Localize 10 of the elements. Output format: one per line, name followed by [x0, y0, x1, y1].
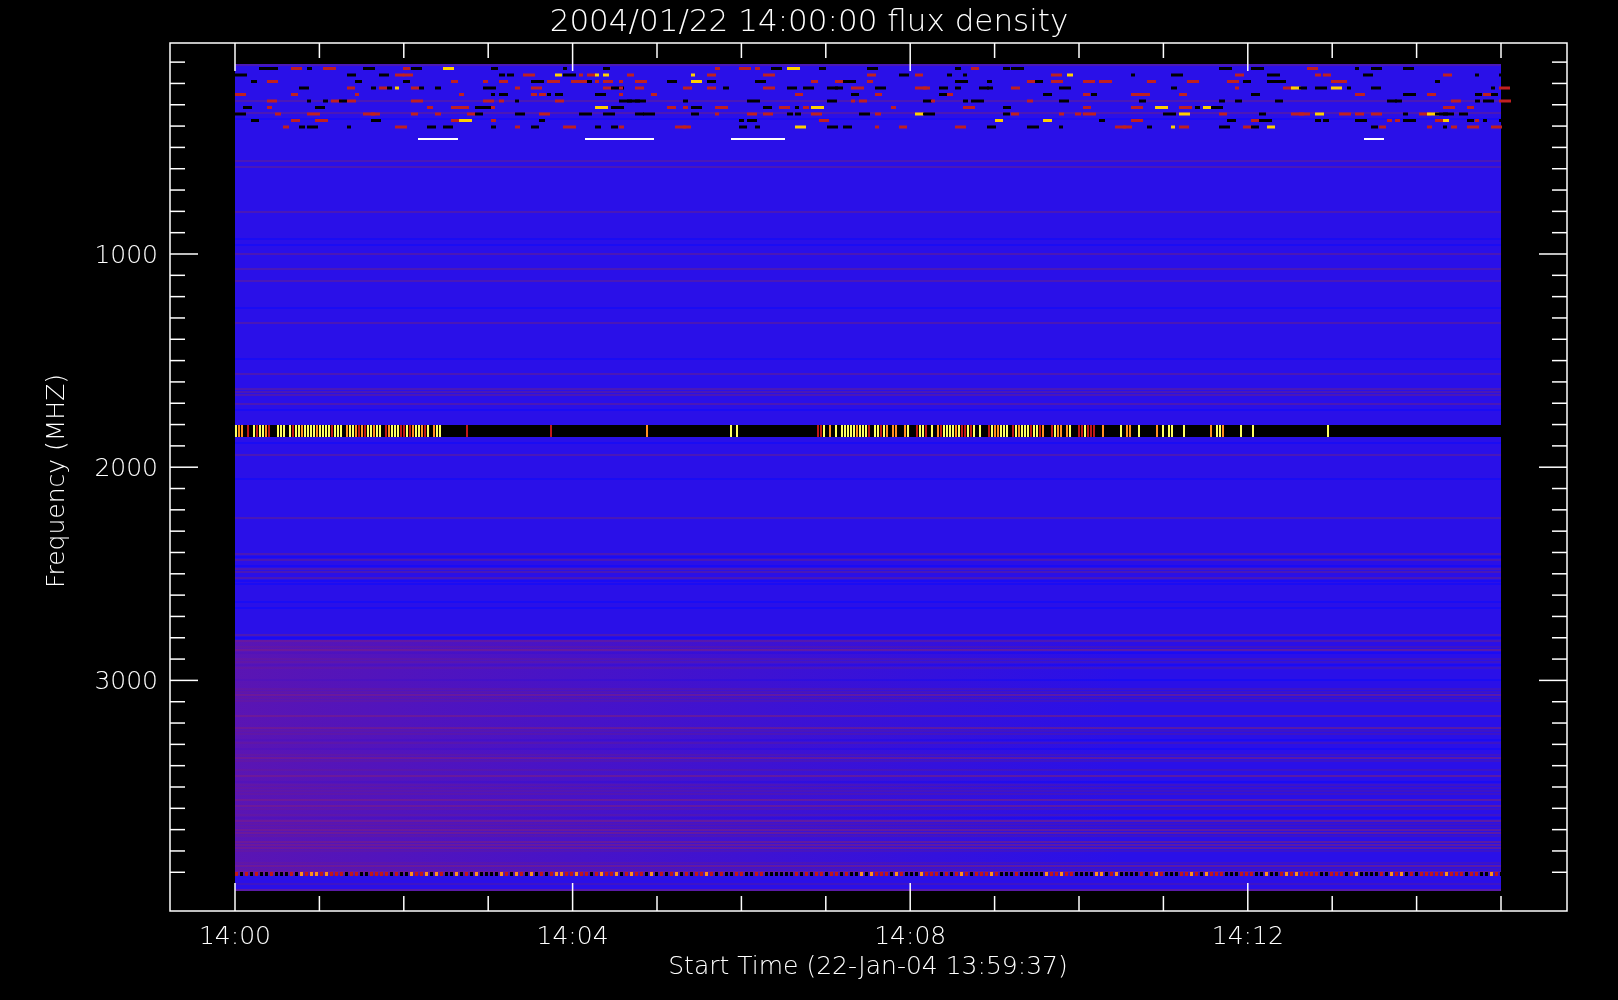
y-axis-label: Frequency (MHZ)	[41, 373, 70, 589]
x-tick-label: 14:00	[199, 921, 271, 950]
x-tick-label: 14:08	[874, 921, 947, 950]
y-tick-label: 3000	[94, 666, 158, 696]
x-tick-label: 14:04	[536, 921, 609, 950]
y-tick-label: 1000	[94, 240, 158, 269]
plot-title: 2004/01/22 14:00:00 flux density	[549, 2, 1069, 38]
x-axis-label: Start Time (22-Jan-04 13:59:37)	[668, 951, 1068, 980]
y-tick-label: 2000	[94, 453, 158, 483]
x-tick-label: 14:12	[1211, 921, 1284, 950]
